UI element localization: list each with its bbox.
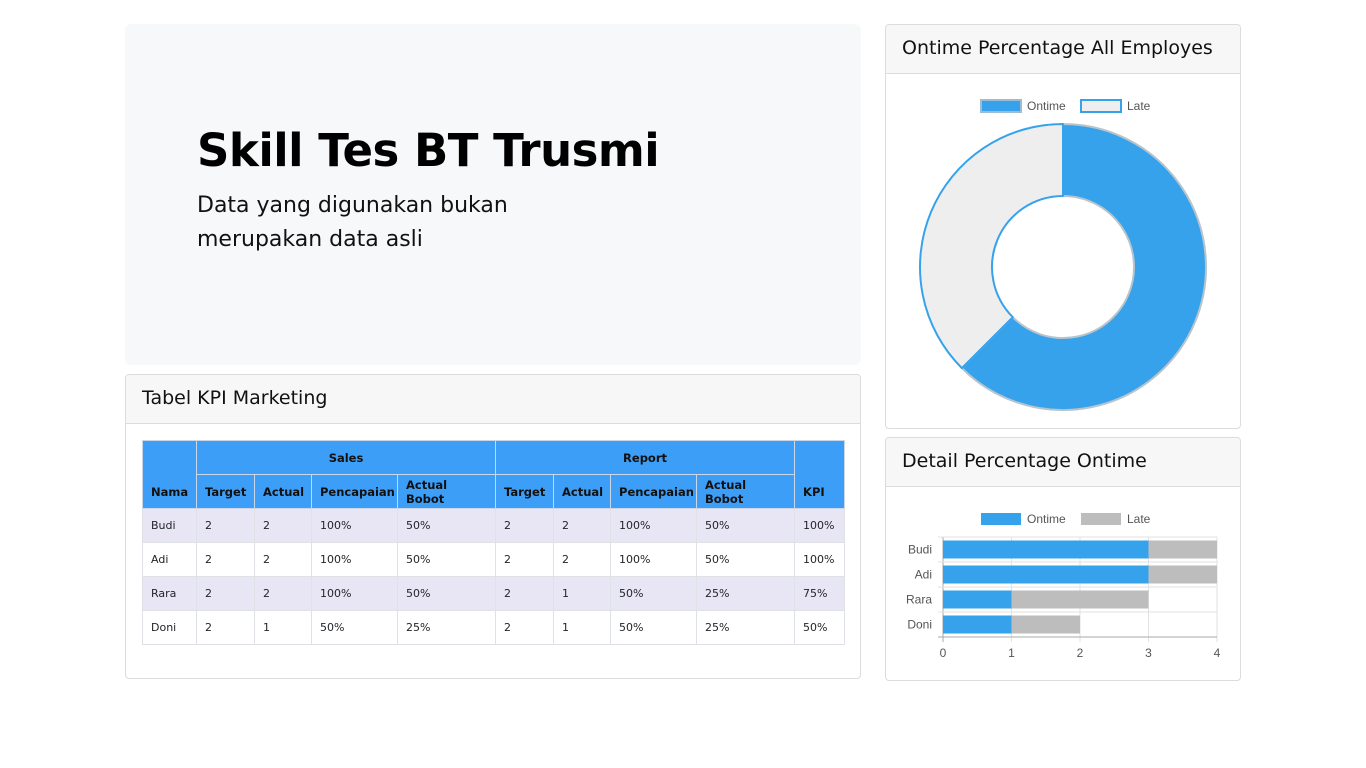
donut-slice-late bbox=[919, 123, 1064, 370]
table-cell: 50% bbox=[311, 610, 398, 645]
table-cell: 2 bbox=[495, 610, 555, 645]
table-cell: 50% bbox=[396, 542, 497, 577]
table-cell: 100% bbox=[311, 542, 398, 577]
legend-swatch-ontime bbox=[981, 513, 1021, 525]
table-cell: 50% bbox=[696, 508, 796, 543]
col-header-sales-pencapaian: Pencapaian bbox=[311, 474, 398, 509]
table-cell: 25% bbox=[696, 576, 796, 611]
table-cell: 2 bbox=[553, 542, 612, 577]
ontime-donut-chart: Ontime Late bbox=[919, 99, 1207, 411]
kpi-table-wrapper: Nama Sales Report KPI Target Actual Penc… bbox=[142, 440, 846, 645]
col-header-report-actual: Actual bbox=[553, 474, 612, 509]
legend-swatch-late bbox=[1080, 99, 1122, 113]
table-cell: 25% bbox=[696, 610, 796, 645]
table-cell: 2 bbox=[495, 576, 555, 611]
group-header-sales: Sales bbox=[195, 440, 497, 475]
x-tick-label: 1 bbox=[1008, 646, 1015, 660]
col-header-report-pencapaian: Pencapaian bbox=[610, 474, 698, 509]
legend-swatch-ontime bbox=[980, 99, 1022, 113]
legend-label-ontime: Ontime bbox=[1027, 99, 1066, 113]
table-cell: 1 bbox=[553, 610, 612, 645]
y-tick-label: Adi bbox=[915, 568, 932, 582]
col-header-sales-actual: Actual bbox=[254, 474, 312, 509]
x-tick-label: 4 bbox=[1214, 646, 1221, 660]
hero-subtitle: Data yang digunakan bukan merupakan data… bbox=[197, 193, 508, 252]
table-cell: 2 bbox=[495, 542, 555, 577]
col-header-kpi: KPI bbox=[794, 440, 846, 509]
table-cell: 50% bbox=[396, 576, 497, 611]
legend-swatch-late bbox=[1081, 513, 1121, 525]
bar-ontime-doni bbox=[943, 615, 1012, 634]
table-cell: 2 bbox=[254, 576, 312, 611]
table-cell: 2 bbox=[495, 508, 555, 543]
bar-ontime-budi bbox=[943, 540, 1149, 559]
legend-label-late: Late bbox=[1127, 512, 1151, 526]
bar-late-adi bbox=[1148, 565, 1217, 584]
table-cell: 2 bbox=[196, 610, 255, 645]
y-tick-label: Doni bbox=[907, 618, 932, 632]
table-cell: 100% bbox=[610, 508, 698, 543]
table-cell: 100% bbox=[794, 542, 846, 577]
table-cell: 100% bbox=[311, 576, 398, 611]
x-tick-label: 3 bbox=[1145, 646, 1152, 660]
table-cell: 50% bbox=[610, 610, 698, 645]
table-cell: 1 bbox=[553, 576, 612, 611]
legend-label-ontime: Ontime bbox=[1027, 512, 1066, 526]
bar-late-doni bbox=[1011, 615, 1080, 634]
col-header-sales-target: Target bbox=[196, 474, 255, 509]
table-cell: 2 bbox=[196, 576, 255, 611]
table-cell: 2 bbox=[254, 542, 312, 577]
kpi-card-title: Tabel KPI Marketing bbox=[126, 375, 860, 424]
col-header-sales-actual-bobot: Actual Bobot bbox=[396, 474, 497, 509]
kpi-table-body: Budi 2 2 100% 50% 2 2 100% 50% 100% Adi … bbox=[142, 508, 846, 645]
table-cell: 50% bbox=[610, 576, 698, 611]
bar-ontime-adi bbox=[943, 565, 1149, 584]
bar-ontime-rara bbox=[943, 590, 1012, 609]
table-cell: Rara bbox=[142, 576, 197, 611]
table-row: Rara 2 2 100% 50% 2 1 50% 25% 75% bbox=[142, 576, 846, 611]
table-cell: 75% bbox=[794, 576, 846, 611]
kpi-card: Tabel KPI Marketing Nama Sales Report KP… bbox=[125, 374, 861, 679]
table-row: Budi 2 2 100% 50% 2 2 100% 50% 100% bbox=[142, 508, 846, 543]
legend-label-late: Late bbox=[1127, 99, 1151, 113]
col-header-nama: Nama bbox=[142, 440, 197, 509]
y-tick-label: Budi bbox=[908, 543, 932, 557]
table-cell: 100% bbox=[610, 542, 698, 577]
col-header-report-actual-bobot: Actual Bobot bbox=[696, 474, 796, 509]
x-tick-label: 2 bbox=[1077, 646, 1084, 660]
table-cell: 50% bbox=[396, 508, 497, 543]
table-cell: 2 bbox=[553, 508, 612, 543]
table-cell: 100% bbox=[794, 508, 846, 543]
hero-banner: Skill Tes BT Trusmi Data yang digunakan … bbox=[125, 24, 861, 365]
table-cell: 2 bbox=[254, 508, 312, 543]
table-cell: 2 bbox=[196, 508, 255, 543]
donut-card: Ontime Percentage All Employes Ontime Lat… bbox=[885, 24, 1241, 429]
table-cell: Doni bbox=[142, 610, 197, 645]
bar-card: Detail Percentage Ontime Ontime Late 0 1 2 3 4… bbox=[885, 437, 1241, 681]
table-cell: Budi bbox=[142, 508, 197, 543]
table-cell: 50% bbox=[794, 610, 846, 645]
bar-late-rara bbox=[1011, 590, 1149, 609]
hero-title: Skill Tes BT Trusmi bbox=[197, 124, 660, 177]
table-cell: 25% bbox=[396, 610, 497, 645]
ontime-bar-chart: Ontime Late 0 1 2 3 4 Budi Adi Rara Doni bbox=[906, 512, 1221, 660]
donut-card-title: Ontime Percentage All Employes bbox=[886, 25, 1240, 74]
table-cell: 100% bbox=[311, 508, 398, 543]
bar-card-title: Detail Percentage Ontime bbox=[886, 438, 1240, 487]
table-row: Doni 2 1 50% 25% 2 1 50% 25% 50% bbox=[142, 610, 846, 645]
table-cell: 50% bbox=[696, 542, 796, 577]
group-header-report: Report bbox=[495, 440, 796, 475]
table-row: Adi 2 2 100% 50% 2 2 100% 50% 100% bbox=[142, 542, 846, 577]
bar-late-budi bbox=[1148, 540, 1217, 559]
kpi-table: Nama Sales Report KPI Target Actual Penc… bbox=[142, 440, 846, 645]
x-tick-label: 0 bbox=[940, 646, 947, 660]
table-cell: Adi bbox=[142, 542, 197, 577]
table-cell: 2 bbox=[196, 542, 255, 577]
table-cell: 1 bbox=[254, 610, 312, 645]
col-header-report-target: Target bbox=[495, 474, 555, 509]
y-tick-label: Rara bbox=[906, 593, 932, 607]
